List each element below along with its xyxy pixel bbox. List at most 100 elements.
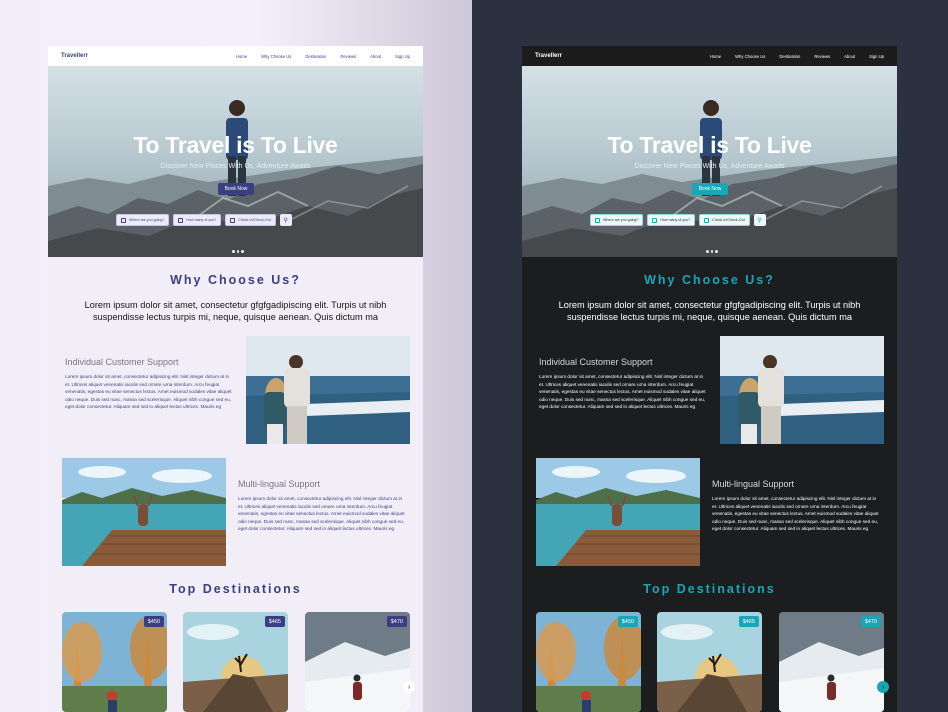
feature-text-support: Lorem ipsum dolor sit amet, consectetur … [65, 374, 232, 410]
top-navbar: Travellerr Home Why Choose Us Destinatio… [48, 46, 423, 66]
price-badge: $470 [386, 616, 407, 627]
feature-title-multilingual: Multi-lingual Support [238, 479, 321, 489]
hero-mountain-photo [522, 66, 897, 257]
carousel-dot[interactable] [715, 250, 718, 253]
carousel-dot[interactable] [236, 250, 239, 253]
carousel-dot[interactable] [232, 250, 235, 253]
nav-about[interactable]: About [370, 54, 381, 59]
carousel-dot[interactable] [706, 250, 709, 253]
destination-card[interactable]: $465 [183, 612, 288, 712]
dates-placeholder: Check-In/Check-Out [238, 218, 271, 222]
search-icon: ⚲ [283, 217, 288, 224]
dock-lake-photo [536, 458, 700, 566]
carousel-dots [232, 250, 244, 253]
destination-field[interactable]: Where are you going? [116, 214, 170, 226]
search-bar: Where are you going? How many of you? Ch… [116, 214, 292, 226]
why-choose-us-lead: Lorem ipsum dolor sit amet, consectetur … [84, 300, 387, 322]
feature-title-multilingual: Multi-lingual Support [712, 479, 795, 489]
carousel-dots [706, 250, 718, 253]
hero-mountain-photo [48, 66, 423, 257]
why-choose-us-title: Why Choose Us? [170, 273, 301, 287]
brand-logo[interactable]: Travellerr [61, 53, 88, 59]
dates-placeholder: Check-In/Check-Out [712, 218, 745, 222]
light-theme-page: Travellerr Home Why Choose Us Destinatio… [48, 46, 423, 712]
destination-card[interactable]: $470 [305, 612, 410, 712]
why-choose-us-lead: Lorem ipsum dolor sit amet, consectetur … [558, 300, 861, 322]
carousel-dot[interactable] [241, 250, 244, 253]
nav-home[interactable]: Home [236, 54, 247, 59]
carousel-dot[interactable] [710, 250, 713, 253]
destination-photo [536, 612, 641, 712]
chevron-right-icon[interactable]: › [877, 681, 889, 693]
hero-banner: To Travel is To Live Discover New Places… [48, 66, 423, 257]
destination-photo [62, 612, 167, 712]
destination-photo [183, 612, 288, 712]
guests-placeholder: How many of you? [186, 218, 217, 222]
nav-why-choose-us[interactable]: Why Choose Us [735, 54, 765, 59]
feature-text-multilingual: Lorem ipsum dolor sit amet, consectetur … [712, 496, 879, 532]
hero-subtitle: Discover New Places With Us, Adventure A… [634, 163, 785, 170]
nav-destination[interactable]: Destination [305, 54, 326, 59]
nav-destination[interactable]: Destination [779, 54, 800, 59]
price-badge: $450 [617, 616, 638, 627]
destination-photo [305, 612, 410, 712]
search-icon: ⚲ [757, 217, 762, 224]
dates-field[interactable]: Check-In/Check-Out [699, 214, 750, 226]
nav-reviews[interactable]: Reviews [814, 54, 830, 59]
nav-reviews[interactable]: Reviews [340, 54, 356, 59]
location-icon [121, 217, 126, 223]
chevron-right-icon[interactable]: › [403, 681, 415, 693]
destination-card[interactable]: $470 [779, 612, 884, 712]
hero-title: To Travel is To Live [607, 132, 812, 158]
search-bar: Where are you going? How many of you? Ch… [590, 214, 766, 226]
top-destinations-title: Top Destinations [169, 582, 302, 596]
destination-photo [657, 612, 762, 712]
book-now-button[interactable]: Book Now [218, 183, 254, 195]
dock-lake-photo [62, 458, 226, 566]
destination-field[interactable]: Where are you going? [590, 214, 644, 226]
top-navbar: Travellerr Home Why Choose Us Destinatio… [522, 46, 897, 66]
feature-text-support: Lorem ipsum dolor sit amet, consectetur … [539, 374, 706, 410]
destination-card[interactable]: $450 [62, 612, 167, 712]
hero-subtitle: Discover New Places With Us, Adventure A… [160, 163, 311, 170]
search-button[interactable]: ⚲ [279, 214, 292, 226]
price-badge: $450 [143, 616, 164, 627]
feature-text-multilingual: Lorem ipsum dolor sit amet, consectetur … [238, 496, 405, 532]
destination-photo [779, 612, 884, 712]
price-badge: $465 [738, 616, 759, 627]
hero-banner: To Travel is To Live Discover New Places… [522, 66, 897, 257]
price-badge: $465 [264, 616, 285, 627]
price-badge: $470 [860, 616, 881, 627]
guests-placeholder: How many of you? [660, 218, 691, 222]
nav-about[interactable]: About [844, 54, 855, 59]
nav-links: Home Why Choose Us Destination Reviews A… [236, 54, 410, 59]
hero-title: To Travel is To Live [133, 132, 338, 158]
top-destinations-title: Top Destinations [643, 582, 776, 596]
search-button[interactable]: ⚲ [753, 214, 766, 226]
feature-title-support: Individual Customer Support [65, 357, 179, 367]
guests-field[interactable]: How many of you? [173, 214, 222, 226]
dates-field[interactable]: Check-In/Check-Out [225, 214, 276, 226]
nav-links: Home Why Choose Us Destination Reviews A… [710, 54, 884, 59]
feature-title-support: Individual Customer Support [539, 357, 653, 367]
people-icon [178, 217, 184, 223]
calendar-icon [230, 217, 236, 223]
book-now-button[interactable]: Book Now [692, 183, 728, 195]
people-icon [652, 217, 658, 223]
nav-sign-up[interactable]: Sign Up [869, 54, 884, 59]
nav-home[interactable]: Home [710, 54, 721, 59]
brand-logo[interactable]: Travellerr [535, 53, 562, 59]
destination-placeholder: Where are you going? [603, 218, 639, 222]
nav-sign-up[interactable]: Sign Up [395, 54, 410, 59]
nav-why-choose-us[interactable]: Why Choose Us [261, 54, 291, 59]
guests-field[interactable]: How many of you? [647, 214, 696, 226]
calendar-icon [704, 217, 710, 223]
destination-placeholder: Where are you going? [129, 218, 165, 222]
location-icon [595, 217, 600, 223]
couple-sea-photo [720, 336, 884, 444]
couple-sea-photo [246, 336, 410, 444]
dark-theme-page: Travellerr Home Why Choose Us Destinatio… [522, 46, 897, 712]
why-choose-us-title: Why Choose Us? [644, 273, 775, 287]
destination-card[interactable]: $450 [536, 612, 641, 712]
destination-card[interactable]: $465 [657, 612, 762, 712]
